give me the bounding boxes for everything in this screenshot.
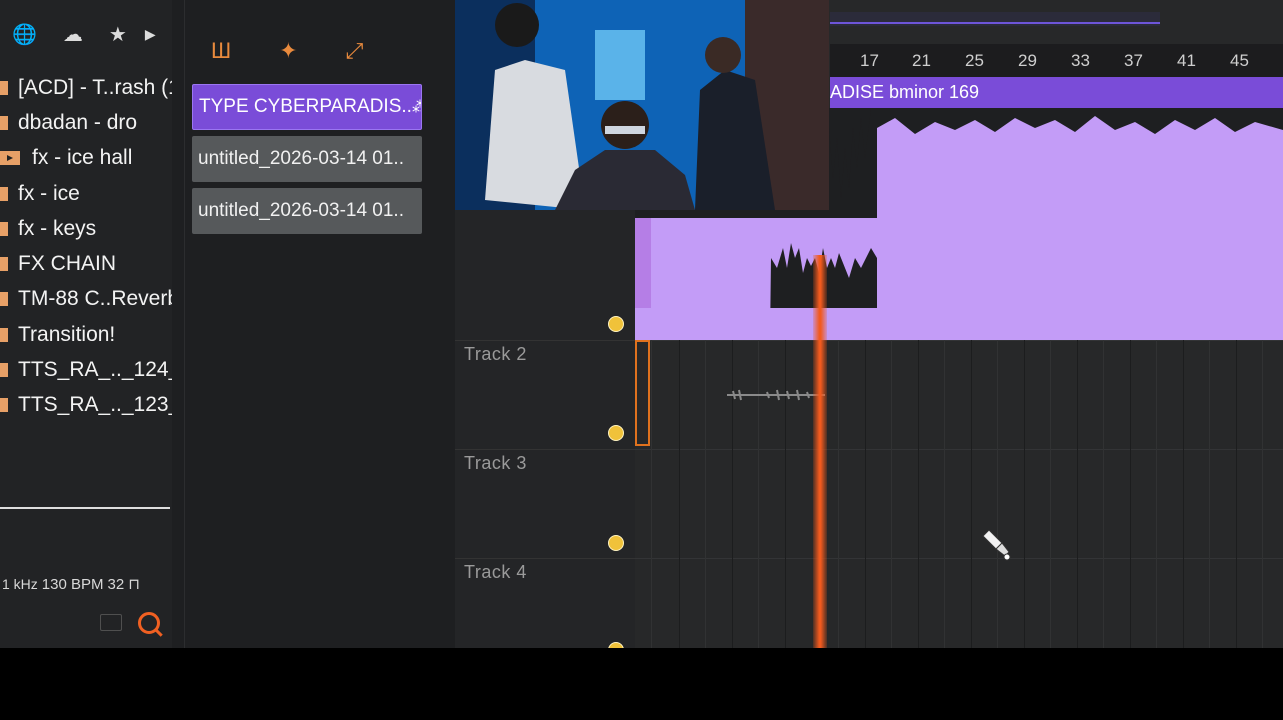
tempo: 130 BPM [41,575,104,593]
clip-label: TYPE CYBERPARADIS.. [199,96,412,117]
browser-item[interactable]: FX CHAIN [0,246,172,281]
timeline-ruler[interactable]: 17 21 25 29 33 37 41 45 [830,44,1283,77]
track-mute-button[interactable] [608,642,624,648]
piano-roll-icon[interactable]: Ш [211,38,231,64]
picker-toolbar: Ш ✦ ⤢ [211,38,363,64]
browser-item[interactable]: TTS_RA_.._124_A [0,352,172,387]
webcam-image [455,0,829,210]
bar-number: 25 [965,51,984,70]
track-label[interactable]: Track 3 [464,453,527,474]
browser-item-label: [ACD] - T..rash (1) [18,75,172,99]
audio-file-icon [0,115,8,130]
clip-icon: ⊓ [128,576,140,593]
sample-rate: 1 kHz [2,576,38,592]
browser-item-label: Transition! [18,322,116,346]
clip-item-active[interactable]: TYPE CYBERPARADIS.. ⁂ [192,84,422,130]
browser-item[interactable]: fx - ice hall [0,141,172,176]
audio-file-icon [0,292,8,307]
track-mute-button[interactable] [608,316,624,332]
bar-number: 29 [1018,51,1037,70]
browser-status: 1 kHz 130 BPM 32 ⊓ [2,575,140,594]
row-divider [455,558,635,559]
browser-item-label: TM-88 C..Reverb] [18,287,172,311]
track-mute-button[interactable] [608,425,624,441]
track-mute-button[interactable] [608,535,624,551]
browser-item-label: FX CHAIN [18,252,117,276]
clip-label: untitled_2026-03-14 01.. [198,200,404,221]
browser-item[interactable]: Transition! [0,317,172,352]
browser-item[interactable]: fx - ice [0,176,172,211]
pattern-picker: Ш ✦ ⤢ TYPE CYBERPARADIS.. ⁂ untitled_202… [184,0,429,648]
divider [0,507,170,509]
audio-file-icon [0,186,8,201]
browser-item-label: fx - ice hall [32,146,133,170]
track-label[interactable]: Track 2 [464,344,527,365]
bar-number: 41 [1177,51,1196,70]
browser-item-label: TTS_RA_.._124_A [18,358,172,382]
track-label[interactable]: Track 4 [464,562,527,583]
browser-item[interactable]: fx - keys [0,211,172,246]
playhead[interactable] [813,255,827,648]
daw-window: 🌐 ☁ ★ ▶ [ACD] - T..rash (1) dbadan - dro… [0,0,1283,648]
track-headers: Track 2 Track 3 Track 4 [455,210,635,648]
audio-file-icon [0,80,8,95]
audio-file-icon [0,363,8,378]
webcam-overlay [455,0,829,210]
row-divider [455,449,635,450]
clip-item[interactable]: untitled_2026-03-14 01.. [192,188,422,234]
browser-item[interactable]: TM-88 C..Reverb] [0,282,172,317]
pattern-clip-header[interactable]: ADISE bminor 169 [830,77,1283,108]
horizontal-scrollbar[interactable] [830,12,1160,26]
pattern-title: ADISE bminor 169 [830,82,980,102]
cloud-icon[interactable]: ☁ [63,22,83,47]
bar-number: 33 [1071,51,1090,70]
audio-file-icon [0,257,8,272]
clip-label: untitled_2026-03-14 01.. [198,148,404,169]
browser-item[interactable]: dbadan - dro [0,105,172,140]
bar-number: 45 [1230,51,1249,70]
star-icon[interactable]: ★ [109,22,127,47]
bit-depth: 32 [107,575,125,593]
bar-number: 21 [912,51,931,70]
bar-number: 37 [1124,51,1143,70]
audio-file-icon [0,221,8,236]
browser-toolbar: 🌐 ☁ ★ ▶ [12,22,156,47]
browser-item-label: TTS_RA_.._123_A [18,393,172,417]
browser-item[interactable]: TTS_RA_.._123_A [0,388,172,423]
folder-icon[interactable] [100,614,122,631]
browser-item-label: fx - keys [18,216,97,240]
globe-icon[interactable]: 🌐 [12,22,37,47]
bar-number: 17 [860,51,879,70]
browser-item-label: fx - ice [18,181,80,205]
browser-list: [ACD] - T..rash (1) dbadan - dro fx - ic… [0,70,172,423]
chevron-right-icon[interactable]: ▶ [145,26,156,43]
waveform-icon: ⁂ [412,97,421,117]
browser-item[interactable]: [ACD] - T..rash (1) [0,70,172,105]
audio-clip-small[interactable] [727,388,825,402]
row-divider [455,340,635,341]
browser-item-label: dbadan - dro [18,110,138,134]
browser-panel: 🌐 ☁ ★ ▶ [ACD] - T..rash (1) dbadan - dro… [0,0,172,648]
video-file-icon [0,151,20,166]
automation-icon[interactable]: ⤢ [346,38,364,64]
search-icon[interactable] [138,612,160,634]
audio-file-icon [0,327,8,342]
waveform-icon[interactable]: ✦ [279,38,297,64]
paint-cursor-icon [980,529,1014,569]
clip-item[interactable]: untitled_2026-03-14 01.. [192,136,422,182]
selection-box[interactable] [635,340,650,446]
audio-file-icon [0,398,8,413]
